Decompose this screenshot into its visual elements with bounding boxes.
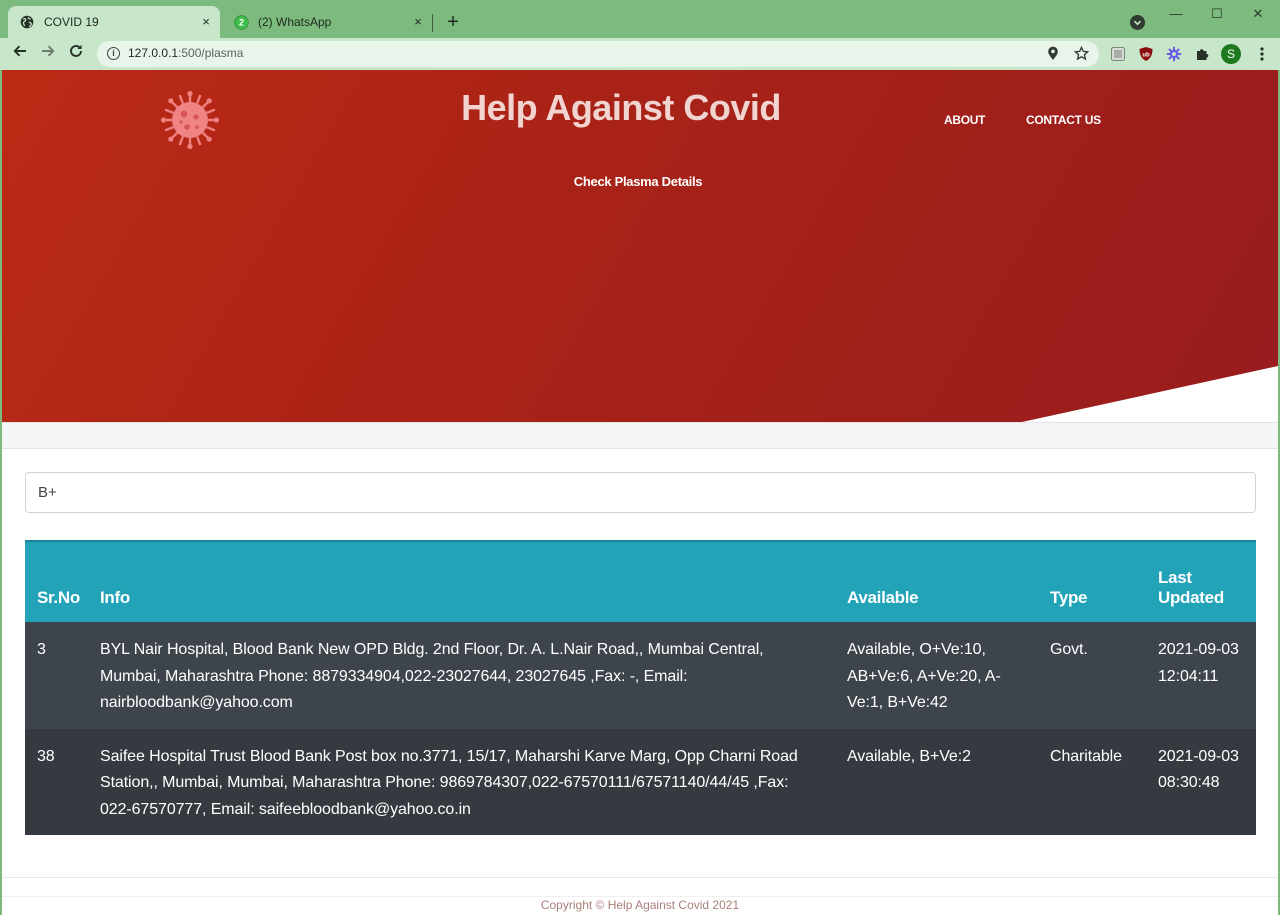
globe-icon [19,14,35,30]
whatsapp-icon: 2 [233,14,249,30]
footer-copyright: Copyright © Help Against Covid 2021 [540,898,740,912]
header-type: Type [1044,540,1152,622]
plasma-table: Sr.No Info Available Type Last Updated 3… [25,540,1256,835]
tab-search-icon[interactable] [1130,15,1145,30]
header-srno: Sr.No [25,540,94,622]
footer-divider [2,896,1278,897]
svg-text:ub: ub [1142,53,1150,59]
section-divider-strip [2,422,1278,449]
cell-last-updated: 2021-09-03 08:30:48 [1152,728,1256,835]
cell-available: Available, O+Ve:10, AB+Ve:6, A+Ve:20, A-… [841,622,1044,729]
forward-button[interactable] [37,43,59,65]
close-tab-icon[interactable]: × [198,14,214,30]
whatsapp-badge: 2 [238,17,243,27]
blood-group-search-input[interactable] [25,472,1256,513]
url-text: 127.0.0.1:500/plasma [128,46,243,60]
page-viewport: Help Against Covid ABOUT CONTACT US Chec… [2,70,1278,915]
close-tab-icon[interactable]: × [410,14,426,30]
minimize-button[interactable]: — [1162,4,1190,24]
url-host: 127.0.0.1 [128,46,179,60]
ublock-origin-icon[interactable]: ub [1138,46,1154,62]
cell-info: Saifee Hospital Trust Blood Bank Post bo… [94,728,841,835]
cell-last-updated: 2021-09-03 12:04:11 [1152,622,1256,729]
tab-title: COVID 19 [44,15,99,29]
profile-initial: S [1227,47,1235,61]
table-row: 3 BYL Nair Hospital, Blood Bank New OPD … [25,622,1256,729]
hero-banner: Help Against Covid ABOUT CONTACT US Chec… [2,70,1278,422]
extension-image-icon[interactable] [1110,46,1126,62]
cell-srno: 3 [25,622,94,729]
cell-type: Govt. [1044,622,1152,729]
check-plasma-details-link[interactable]: Check Plasma Details [538,174,738,189]
address-bar[interactable]: i 127.0.0.1:500/plasma [97,41,1099,67]
profile-avatar[interactable]: S [1220,43,1242,65]
tab-covid19[interactable]: COVID 19 × [8,6,220,38]
nav-contact-link[interactable]: CONTACT US [1026,113,1101,127]
more-menu-icon[interactable] [1254,46,1270,62]
header-available: Available [841,540,1044,622]
cell-info: BYL Nair Hospital, Blood Bank New OPD Bl… [94,622,841,729]
header-last-updated: Last Updated [1152,540,1256,622]
url-path: :500/plasma [178,46,244,60]
cell-srno: 38 [25,728,94,835]
new-tab-button[interactable]: + [442,11,464,33]
bookmark-star-icon[interactable] [1073,45,1089,62]
browser-titlebar: COVID 19 × 2 (2) WhatsApp × + — ☐ ✕ [0,0,1280,38]
footer-divider [2,877,1278,878]
tab-whatsapp[interactable]: 2 (2) WhatsApp × [222,6,432,38]
table-header-row: Sr.No Info Available Type Last Updated [25,540,1256,622]
table-row: 38 Saifee Hospital Trust Blood Bank Post… [25,728,1256,835]
arrow-left-icon [13,45,26,57]
reload-button[interactable] [65,43,87,65]
location-pin-icon[interactable] [1045,46,1061,62]
browser-toolbar: i 127.0.0.1:500/plasma ub S [0,38,1280,70]
header-info: Info [94,540,841,622]
cell-type: Charitable [1044,728,1152,835]
tab-title: (2) WhatsApp [258,15,332,29]
site-info-icon[interactable]: i [107,47,120,60]
reload-icon [70,44,82,57]
nav-about-link[interactable]: ABOUT [944,113,985,127]
site-title: Help Against Covid [461,87,781,128]
close-window-button[interactable]: ✕ [1244,4,1272,24]
arrow-right-icon [42,45,55,57]
tab-separator [432,14,433,32]
extension-gear-icon[interactable] [1166,46,1182,62]
back-button[interactable] [9,43,31,65]
extensions-puzzle-icon[interactable] [1194,46,1210,62]
cell-available: Available, B+Ve:2 [841,728,1044,835]
virus-logo-icon [160,90,220,150]
maximize-button[interactable]: ☐ [1203,4,1231,24]
